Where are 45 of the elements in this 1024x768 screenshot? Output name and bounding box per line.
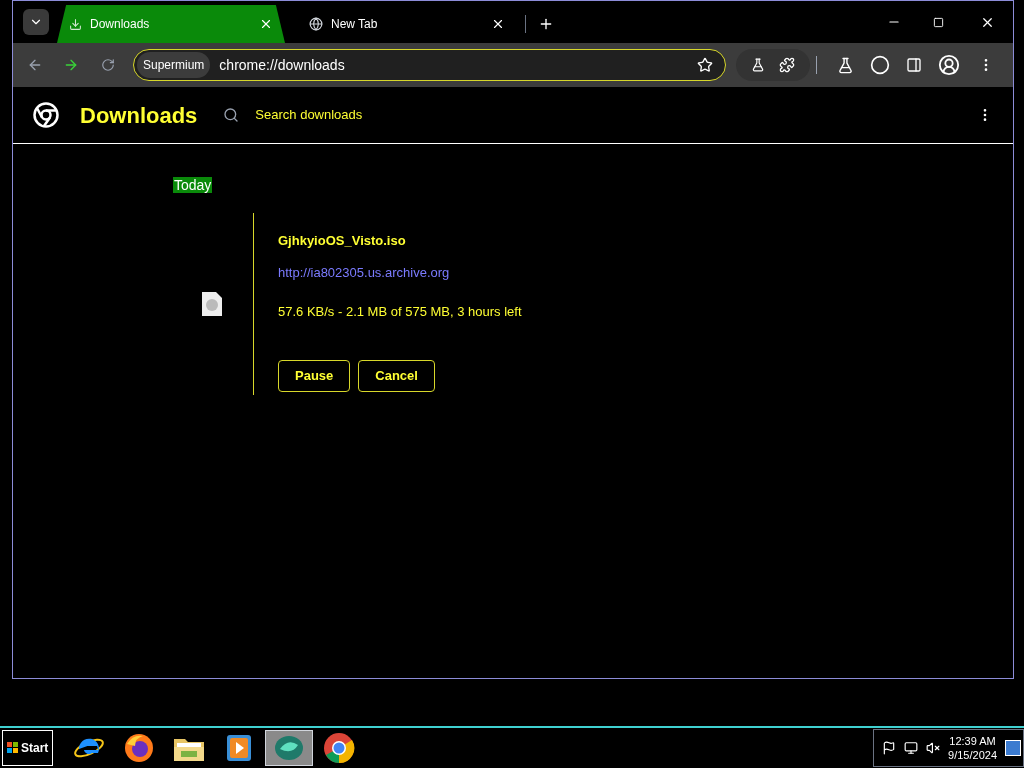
file-icon [201, 291, 223, 317]
address-bar[interactable]: Supermium chrome://downloads [133, 49, 726, 81]
chrome-logo-icon [33, 102, 59, 128]
tab[interactable]: New Tab [293, 5, 521, 43]
clock-date: 9/15/2024 [948, 748, 997, 762]
tab[interactable]: Downloads [57, 5, 285, 43]
show-desktop-button[interactable] [1005, 740, 1021, 756]
search-icon[interactable] [223, 107, 240, 123]
windows-logo-icon [7, 742, 19, 754]
flask-icon[interactable] [837, 56, 854, 74]
new-tab-icon[interactable] [538, 16, 554, 32]
muted-speaker-icon[interactable] [926, 741, 941, 755]
source-link[interactable]: http://ia802305.us.archive.org [278, 262, 450, 282]
tab-list-button[interactable] [23, 9, 49, 35]
download-status: 57.6 KB/s - 2.1 MB of 575 MB, 3 hours left [278, 303, 522, 321]
reload-icon[interactable] [101, 58, 115, 72]
tab-label: New Tab [331, 16, 379, 33]
side-panel-icon[interactable] [906, 57, 922, 73]
tab-label: Downloads [90, 16, 151, 33]
close-icon[interactable] [491, 17, 505, 31]
circle-icon[interactable] [870, 55, 890, 75]
download-icon [69, 17, 82, 31]
url-text: chrome://downloads [219, 55, 346, 75]
clock-time: 12:39 AM [949, 734, 996, 748]
play-icon [225, 733, 254, 763]
taskbar-app[interactable] [265, 730, 314, 766]
action-button[interactable]: Pause [278, 359, 351, 392]
start-button[interactable]: Start [2, 730, 54, 766]
page-title: Downloads [80, 101, 198, 130]
forward-icon[interactable] [63, 57, 79, 73]
back-icon[interactable] [27, 57, 43, 73]
fox-globe-icon [123, 732, 156, 764]
chrome-icon [323, 732, 356, 764]
bookmark-star-icon[interactable] [697, 57, 713, 73]
maximize-icon[interactable] [933, 16, 944, 28]
profile-icon[interactable] [938, 54, 960, 76]
site-chip[interactable]: Supermium [137, 52, 211, 78]
network-icon[interactable] [904, 741, 919, 755]
flag-icon[interactable] [882, 741, 897, 755]
file-name[interactable]: GjhkyioOS_Visto.iso [278, 231, 406, 251]
globe-icon [309, 17, 323, 31]
search-field[interactable]: Search downloads [255, 105, 556, 125]
date-heading: Today [173, 177, 213, 193]
action-button[interactable]: Cancel [358, 359, 435, 392]
puzzle-icon[interactable] [779, 57, 795, 73]
